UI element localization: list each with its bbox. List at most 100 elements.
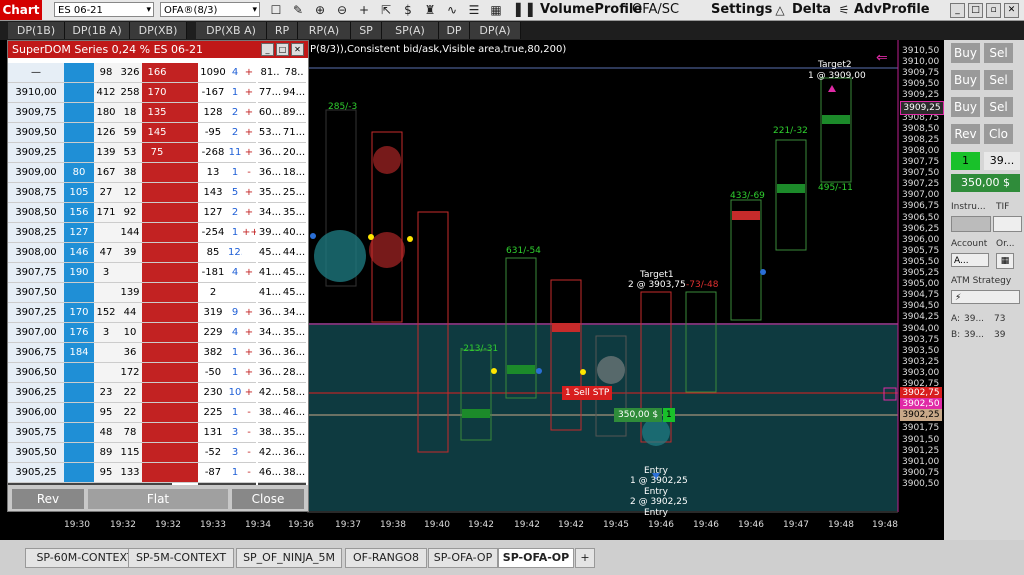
- rev-button[interactable]: Rev: [951, 124, 980, 144]
- buy-button[interactable]: Buy: [951, 43, 980, 63]
- zoom-out-icon[interactable]: ⊖: [334, 2, 350, 18]
- line-chart-icon[interactable]: ∿: [444, 2, 460, 18]
- dom-cell-p[interactable]: [172, 183, 198, 203]
- dom-cell-bid[interactable]: [64, 363, 94, 383]
- zoom-in-icon[interactable]: ⊕: [312, 2, 328, 18]
- dollar-icon[interactable]: $: [400, 2, 416, 18]
- dom-cell-bid[interactable]: [64, 283, 94, 303]
- tab-dp[interactable]: DP: [439, 22, 470, 39]
- minimize-icon[interactable]: _: [950, 3, 965, 18]
- dom-cell-bid[interactable]: 176: [64, 323, 94, 343]
- dom-cell-p[interactable]: [172, 383, 198, 403]
- dom-cell-bid[interactable]: 170: [64, 303, 94, 323]
- dom-cell-p[interactable]: [172, 343, 198, 363]
- tab-dp-1b[interactable]: DP(1B): [8, 22, 65, 39]
- tab-rp-a[interactable]: RP(A): [298, 22, 351, 39]
- dom-cell-ask[interactable]: 166: [142, 63, 172, 83]
- dom-cell-p[interactable]: [172, 243, 198, 263]
- list-icon[interactable]: ☰: [466, 2, 482, 18]
- sell-button[interactable]: Sel: [984, 97, 1013, 117]
- dom-cell-ask[interactable]: [142, 183, 172, 203]
- crosshair-icon[interactable]: +: [356, 2, 372, 18]
- tab-rp[interactable]: RP: [267, 22, 298, 39]
- settings-button[interactable]: Settings: [711, 1, 772, 19]
- sell-button[interactable]: Sel: [984, 70, 1013, 90]
- dom-cell-ask[interactable]: [142, 443, 172, 463]
- tab-sp[interactable]: SP: [351, 22, 382, 39]
- dom-cell-ask[interactable]: [142, 243, 172, 263]
- rev-button[interactable]: Rev: [12, 489, 84, 509]
- tab-dp-1b-a[interactable]: DP(1B A): [65, 22, 130, 39]
- dom-cell-ask[interactable]: [142, 263, 172, 283]
- add-tab-icon[interactable]: +: [575, 548, 595, 568]
- dom-cell-p[interactable]: [172, 83, 198, 103]
- dom-cell-bid[interactable]: [64, 443, 94, 463]
- instrument-dropdown[interactable]: [951, 216, 991, 232]
- dom-cell-bid[interactable]: [64, 63, 94, 83]
- dom-cell-p[interactable]: [172, 263, 198, 283]
- delta-button[interactable]: Delta: [792, 1, 831, 19]
- dom-cell-p[interactable]: [172, 203, 198, 223]
- maximize-icon[interactable]: □: [968, 3, 983, 18]
- dom-cell-bid[interactable]: 146: [64, 243, 94, 263]
- advprofile-button[interactable]: AdvProfile: [854, 1, 930, 19]
- dom-cell-bid[interactable]: 127: [64, 223, 94, 243]
- superdom-ladder[interactable]: —98 326 166 1090 4 +81.. 78.. 3910,00 412 258 170-…: [8, 63, 308, 503]
- close-icon[interactable]: ✕: [1004, 3, 1019, 18]
- dom-cell-ask[interactable]: [142, 463, 172, 483]
- dom-cell-p[interactable]: [172, 463, 198, 483]
- indicator-selector[interactable]: OFA®(8/3) ▾: [160, 2, 260, 17]
- flat-button[interactable]: Flat: [88, 489, 228, 509]
- tab-dp-xb-a[interactable]: DP(XB A): [196, 22, 267, 39]
- dom-cell-bid[interactable]: [64, 143, 94, 163]
- buy-button[interactable]: Buy: [951, 97, 980, 117]
- sell-button[interactable]: Sel: [984, 43, 1013, 63]
- dom-cell-ask[interactable]: [142, 323, 172, 343]
- dom-cell-bid[interactable]: [64, 463, 94, 483]
- volume-profile-button[interactable]: VolumeProfile: [540, 1, 642, 19]
- dom-cell-p[interactable]: [172, 283, 198, 303]
- dom-cell-ask[interactable]: 75: [142, 143, 172, 163]
- chart-menu-button[interactable]: Chart: [0, 0, 42, 20]
- strategy-icon[interactable]: ♜: [422, 2, 438, 18]
- tab-dp-xb[interactable]: DP(XB): [130, 22, 187, 39]
- dom-cell-bid[interactable]: [64, 383, 94, 403]
- maximize-icon[interactable]: □: [276, 43, 289, 56]
- close-position-button[interactable]: Clo: [984, 124, 1013, 144]
- dom-cell-p[interactable]: [172, 103, 198, 123]
- scroll-arrow-icon[interactable]: ⇐: [876, 50, 888, 66]
- calculator-icon[interactable]: ▦: [996, 253, 1014, 269]
- dom-cell-bid[interactable]: [64, 103, 94, 123]
- dom-cell-bid[interactable]: 105: [64, 183, 94, 203]
- dom-cell-ask[interactable]: [142, 203, 172, 223]
- dom-cell-p[interactable]: [172, 223, 198, 243]
- tab-sp-5m-context[interactable]: SP-5M-CONTEXT: [128, 548, 234, 568]
- dom-cell-p[interactable]: [172, 323, 198, 343]
- price-axis[interactable]: 3910,503910,003909,753909,503909,253909,…: [898, 40, 944, 540]
- buy-button[interactable]: Buy: [951, 70, 980, 90]
- dom-cell-bid[interactable]: 80: [64, 163, 94, 183]
- dom-cell-bid[interactable]: [64, 123, 94, 143]
- pencil-icon[interactable]: ✎: [290, 2, 306, 18]
- tif-dropdown[interactable]: [993, 216, 1022, 232]
- dom-cell-bid[interactable]: 190: [64, 263, 94, 283]
- dom-cell-p[interactable]: [172, 63, 198, 83]
- superdom-window[interactable]: SuperDOM Series 0,24 % ES 06-21 _ □ ✕ —9…: [7, 40, 309, 512]
- dom-cell-ask[interactable]: [142, 383, 172, 403]
- dom-cell-ask[interactable]: [142, 343, 172, 363]
- checkbox-icon[interactable]: ☐: [268, 2, 284, 18]
- tab-sp-of-ninja-5m[interactable]: SP_OF_NINJA_5M: [236, 548, 342, 568]
- dom-cell-ask[interactable]: [142, 163, 172, 183]
- tab-of-rango8[interactable]: OF-RANGO8: [345, 548, 427, 568]
- tab-sp-60m-context[interactable]: SP-60M-CONTEXT: [25, 548, 145, 568]
- dom-cell-bid[interactable]: 184: [64, 343, 94, 363]
- dom-cell-bid[interactable]: [64, 83, 94, 103]
- dom-cell-bid[interactable]: [64, 403, 94, 423]
- dom-cell-bid[interactable]: [64, 423, 94, 443]
- dom-cell-ask[interactable]: [142, 283, 172, 303]
- close-button[interactable]: Close: [232, 489, 304, 509]
- dom-cell-p[interactable]: [172, 403, 198, 423]
- instrument-selector[interactable]: ES 06-21 ▾: [54, 2, 154, 17]
- tab-sp-ofa-op[interactable]: SP-OFA-OP: [428, 548, 498, 568]
- bar-chart-icon[interactable]: ▐: [520, 2, 536, 18]
